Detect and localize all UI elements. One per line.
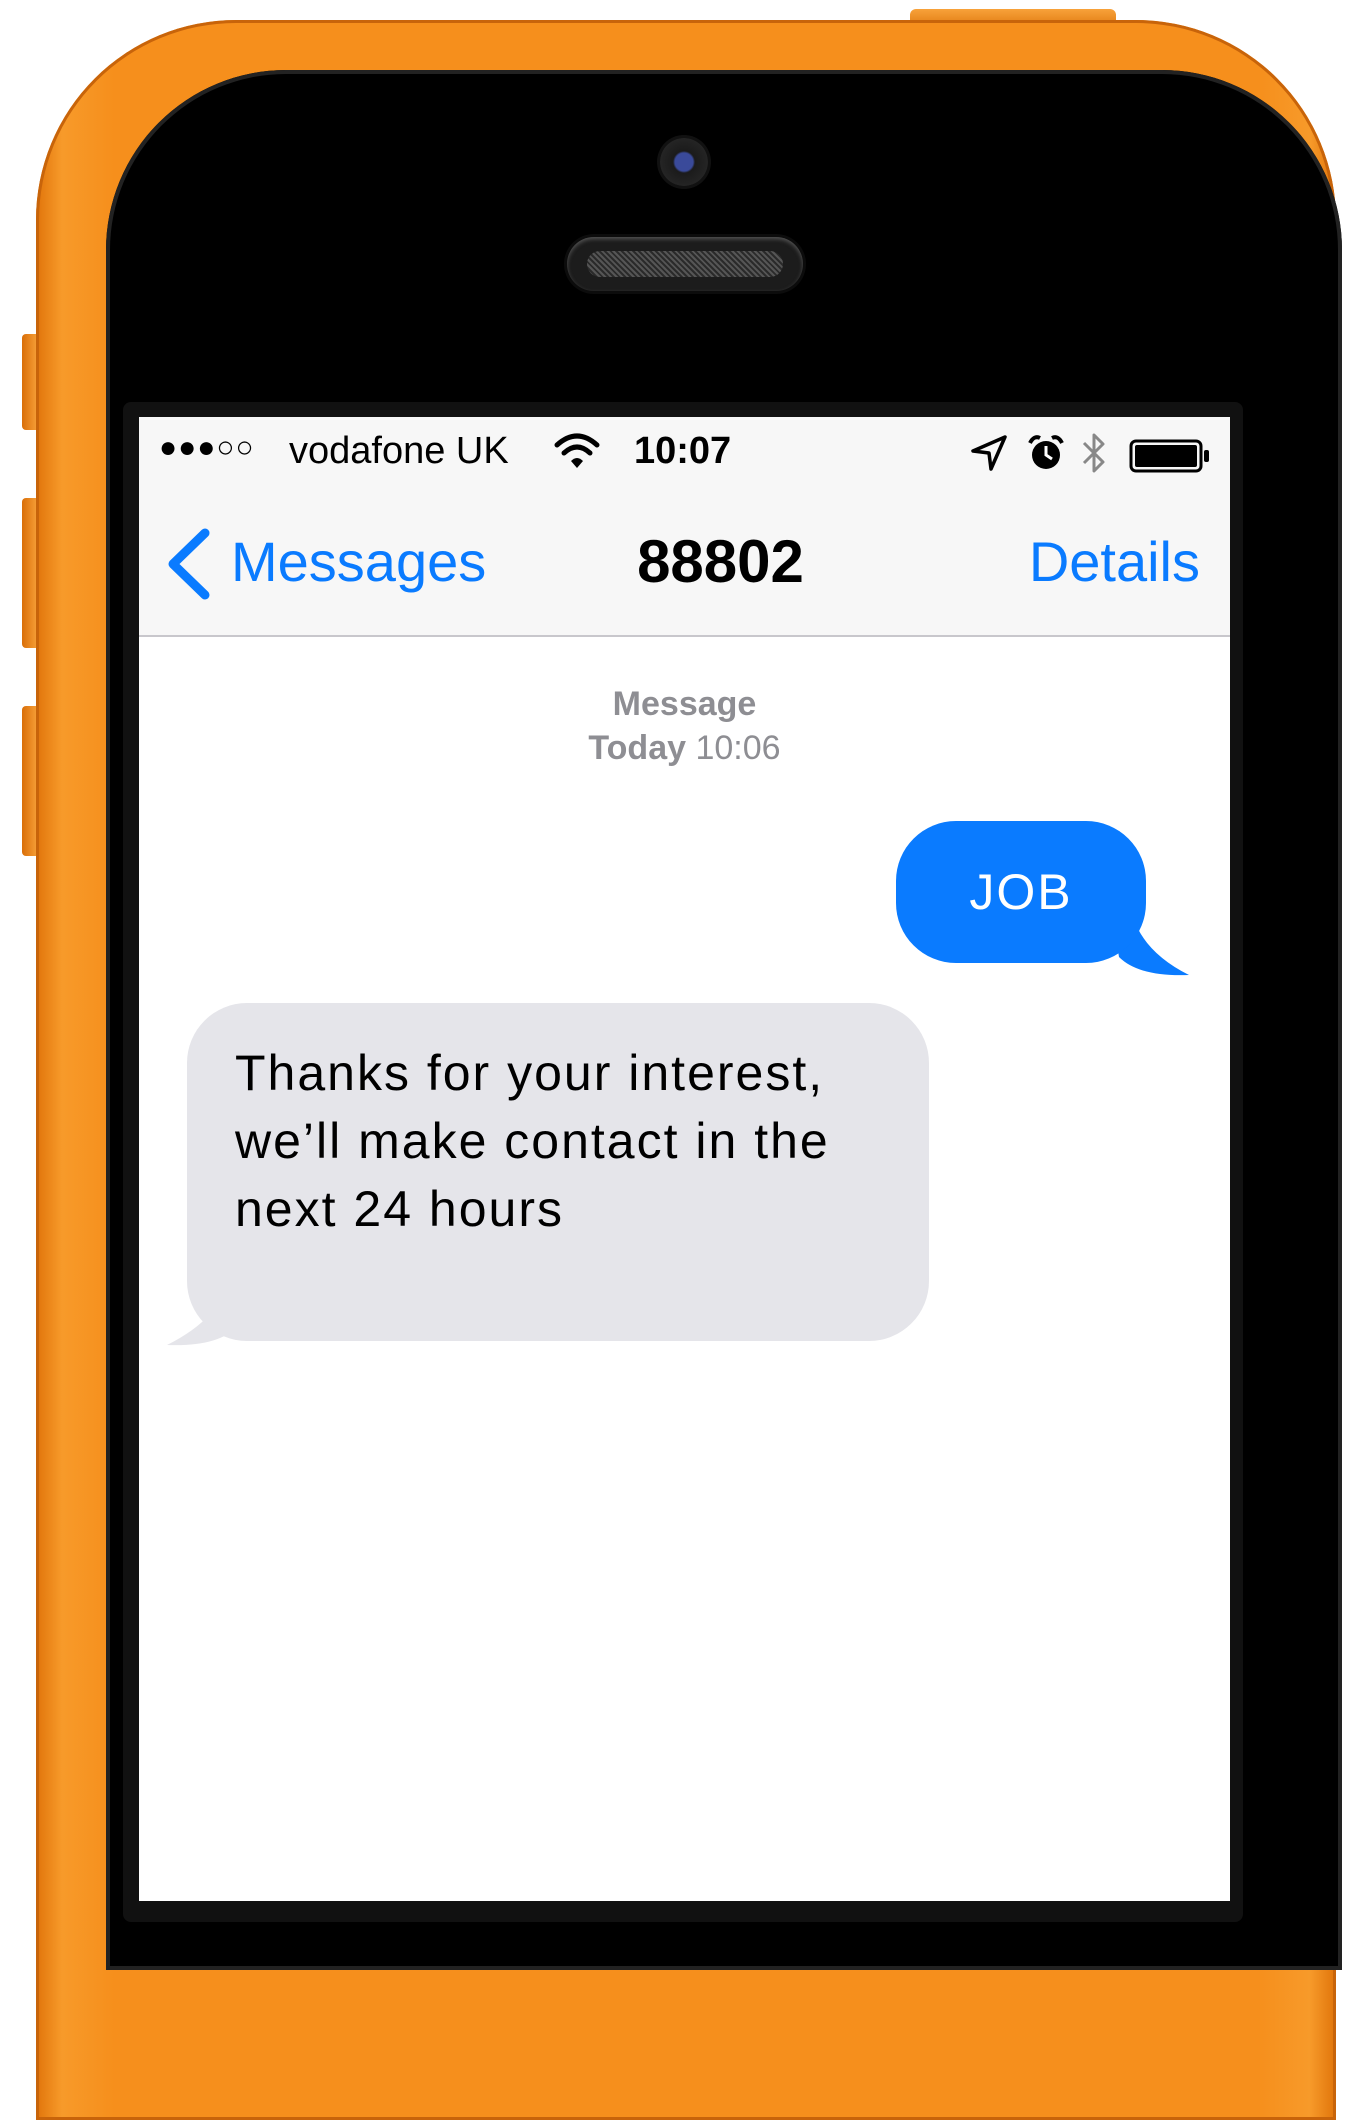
battery-icon [1129,439,1209,473]
incoming-message-text: Thanks for your interest, we’ll make con… [235,1045,830,1237]
phone-screen: ●●●○○ vodafone UK 10:07 Messages 88802 D… [139,417,1230,1901]
navigation-bar: Messages 88802 Details [139,489,1230,635]
alarm-icon [1028,435,1064,469]
carrier-name: vodafone UK [289,430,509,472]
location-arrow-icon [971,435,1007,471]
header: ●●●○○ vodafone UK 10:07 Messages 88802 D… [139,417,1230,637]
status-bar: ●●●○○ vodafone UK 10:07 [139,417,1230,489]
bluetooth-icon [1082,433,1105,473]
signal-strength: ●●●○○ [159,431,255,464]
front-camera [660,138,708,186]
timestamp-day: Today [588,729,687,767]
details-button[interactable]: Details [1029,529,1200,594]
incoming-message-bubble[interactable]: Thanks for your interest, we’ll make con… [187,1003,929,1341]
status-time: 10:07 [634,430,732,472]
timestamp-time: 10:06 [695,729,781,767]
timestamp-datetime: Today 10:06 [139,726,1230,770]
outgoing-message-text: JOB [969,864,1073,920]
message-timestamp: Message Today 10:06 [139,682,1230,770]
wifi-icon [554,433,600,468]
timestamp-label: Message [612,685,757,723]
outgoing-message-bubble[interactable]: JOB [896,821,1146,963]
earpiece-speaker [567,237,803,291]
